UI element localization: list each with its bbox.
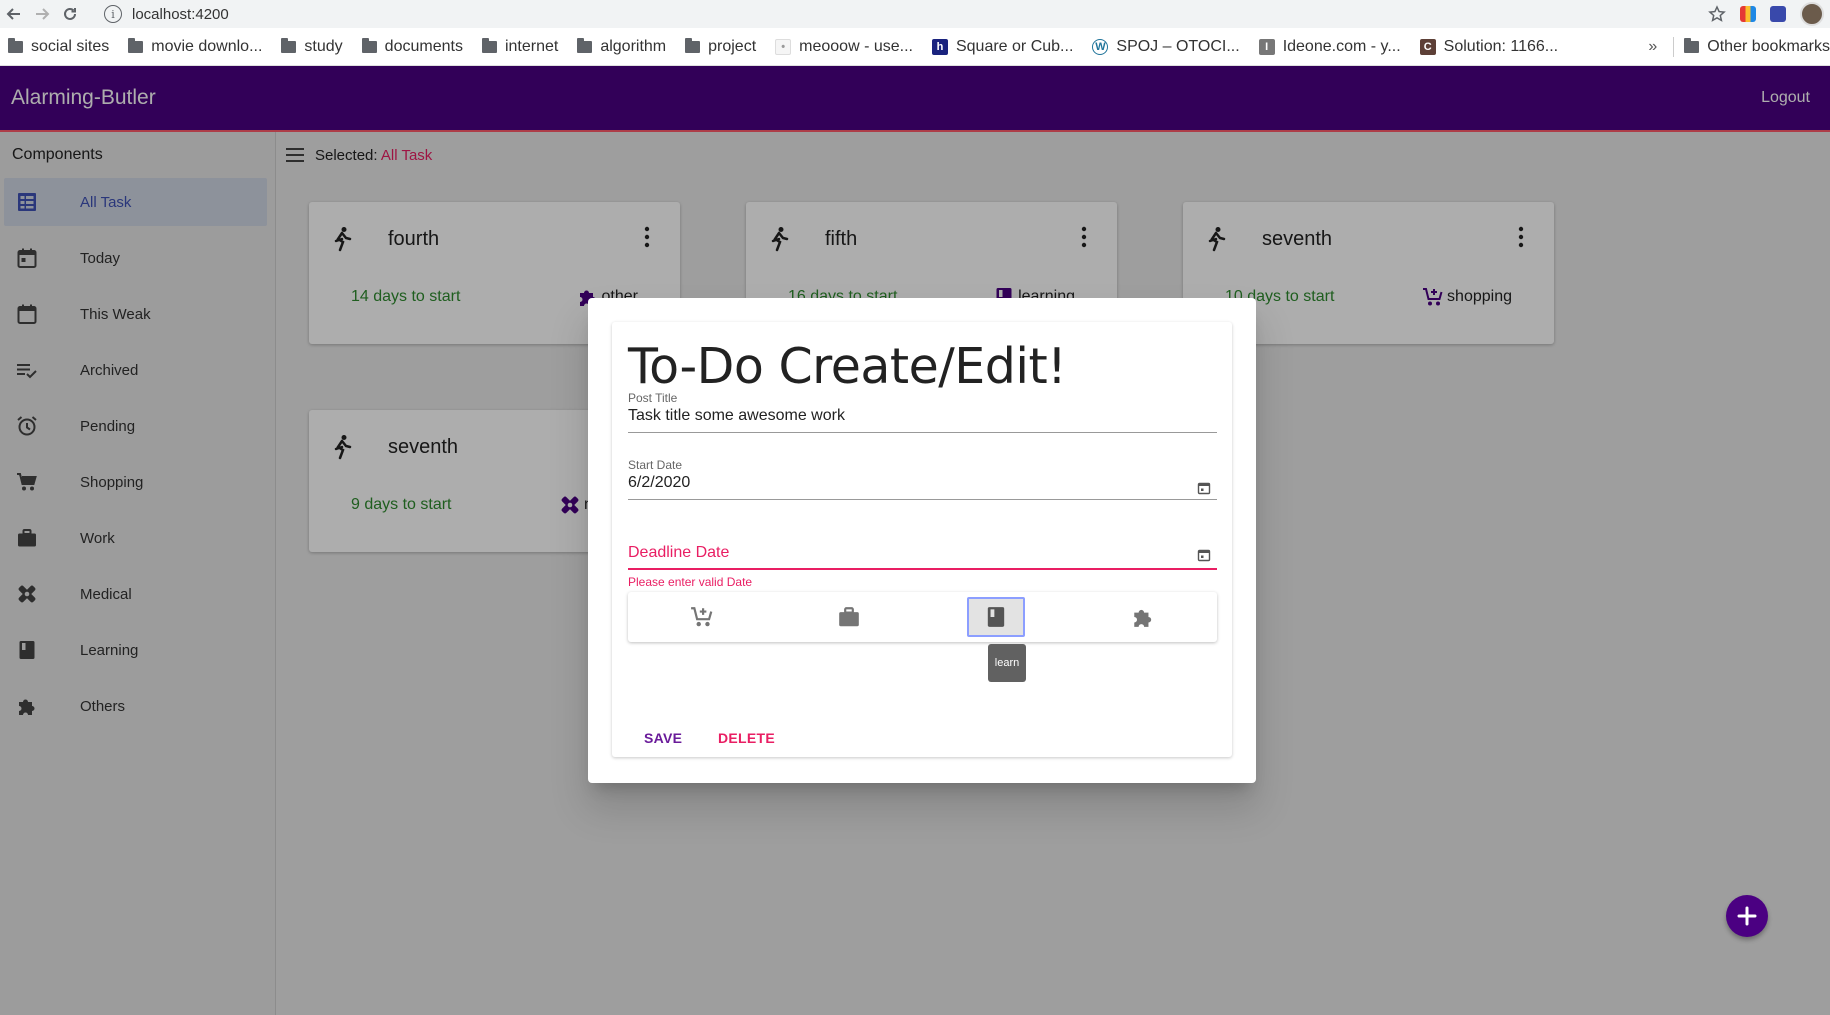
todo-form-card: To-Do Create/Edit! Post Title Task title… xyxy=(612,322,1232,757)
deadline-date-field[interactable]: Deadline Date xyxy=(628,544,1217,570)
book-icon xyxy=(987,607,1005,627)
more-bookmarks-button[interactable]: » xyxy=(1648,38,1657,56)
plus-icon xyxy=(1737,906,1757,926)
folder-icon xyxy=(577,37,593,53)
bookmark-folder[interactable]: documents xyxy=(361,37,463,56)
bookmark-link[interactable]: I Ideone.com - y... xyxy=(1258,38,1401,56)
folder-icon xyxy=(281,37,297,53)
favicon-icon: C xyxy=(1419,38,1436,55)
bookmark-folder[interactable]: algorithm xyxy=(577,37,666,56)
save-button[interactable]: SAVE xyxy=(644,730,682,746)
bookmark-folder[interactable]: social sites xyxy=(8,37,109,56)
category-toggle-shopping[interactable] xyxy=(628,592,775,642)
extension-flag-icon[interactable] xyxy=(1770,6,1786,22)
start-date-label: Start Date xyxy=(628,458,683,472)
tooltip-learn: learn xyxy=(988,644,1026,682)
deadline-error-message: Please enter valid Date xyxy=(628,575,753,589)
back-arrow-icon[interactable] xyxy=(0,0,28,28)
bookmark-star-icon[interactable] xyxy=(1708,5,1726,23)
bookmark-folder[interactable]: project xyxy=(685,37,756,56)
category-toggle-other[interactable] xyxy=(1070,592,1217,642)
bookmarks-overflow: » Other bookmarks xyxy=(1640,28,1830,65)
delete-button[interactable]: DELETE xyxy=(718,730,775,746)
browser-actions xyxy=(1708,0,1830,28)
calendar-icon[interactable] xyxy=(1197,548,1211,562)
briefcase-icon xyxy=(839,607,859,627)
folder-icon xyxy=(1684,38,1700,53)
start-date-field[interactable]: Start Date 6/2/2020 xyxy=(628,458,1217,500)
folder-icon xyxy=(361,37,377,53)
todo-dialog: To-Do Create/Edit! Post Title Task title… xyxy=(588,298,1256,783)
deadline-date-input[interactable]: Deadline Date xyxy=(628,544,1217,562)
favicon-icon: h xyxy=(931,38,948,55)
start-date-input[interactable]: 6/2/2020 xyxy=(628,474,1217,492)
folder-icon xyxy=(128,37,144,53)
bookmark-link[interactable]: W SPOJ – OTOCI... xyxy=(1092,38,1240,56)
profile-avatar[interactable] xyxy=(1800,2,1824,26)
bookmark-link[interactable]: C Solution: 1166... xyxy=(1419,38,1558,56)
post-title-label: Post Title xyxy=(628,391,678,405)
input-underline-error xyxy=(628,568,1217,570)
bookmarks-bar: social sites movie downlo... study docum… xyxy=(0,28,1830,66)
forward-arrow-icon[interactable] xyxy=(28,0,56,28)
extension-icon[interactable] xyxy=(1740,6,1756,22)
dialog-title: To-Do Create/Edit! xyxy=(628,338,1067,395)
url-field[interactable]: i localhost:4200 xyxy=(104,2,1654,26)
wordpress-icon: W xyxy=(1092,38,1109,55)
url-text: localhost:4200 xyxy=(132,5,229,23)
selected-toggle[interactable] xyxy=(967,597,1026,637)
bookmark-folder[interactable]: internet xyxy=(481,37,558,56)
favicon-icon: I xyxy=(1258,38,1275,55)
cart-add-icon xyxy=(690,607,712,627)
input-underline xyxy=(628,432,1217,433)
puzzle-icon xyxy=(1134,609,1152,627)
reload-icon[interactable] xyxy=(56,0,84,28)
folder-icon xyxy=(481,37,497,53)
info-icon[interactable]: i xyxy=(104,5,122,23)
bookmark-link[interactable]: • meooow - use... xyxy=(775,38,913,56)
divider xyxy=(1673,37,1675,57)
input-underline xyxy=(628,499,1217,500)
category-toggle-learn[interactable] xyxy=(923,592,1070,642)
folder-icon xyxy=(685,37,701,53)
bookmark-link[interactable]: h Square or Cub... xyxy=(931,38,1073,56)
bookmark-folder[interactable]: study xyxy=(281,37,343,56)
browser-address-bar: i localhost:4200 xyxy=(0,0,1830,28)
other-bookmarks-folder[interactable]: Other bookmarks xyxy=(1684,38,1830,56)
post-title-field[interactable]: Post Title Task title some awesome work xyxy=(628,391,1217,433)
calendar-icon[interactable] xyxy=(1197,481,1211,495)
folder-icon xyxy=(8,37,23,53)
category-toggle-group xyxy=(628,592,1217,642)
favicon-icon: • xyxy=(775,38,792,55)
post-title-input[interactable]: Task title some awesome work xyxy=(628,407,1217,425)
bookmark-folder[interactable]: movie downlo... xyxy=(128,37,262,56)
category-toggle-work[interactable] xyxy=(775,592,922,642)
add-task-fab[interactable] xyxy=(1726,895,1768,937)
